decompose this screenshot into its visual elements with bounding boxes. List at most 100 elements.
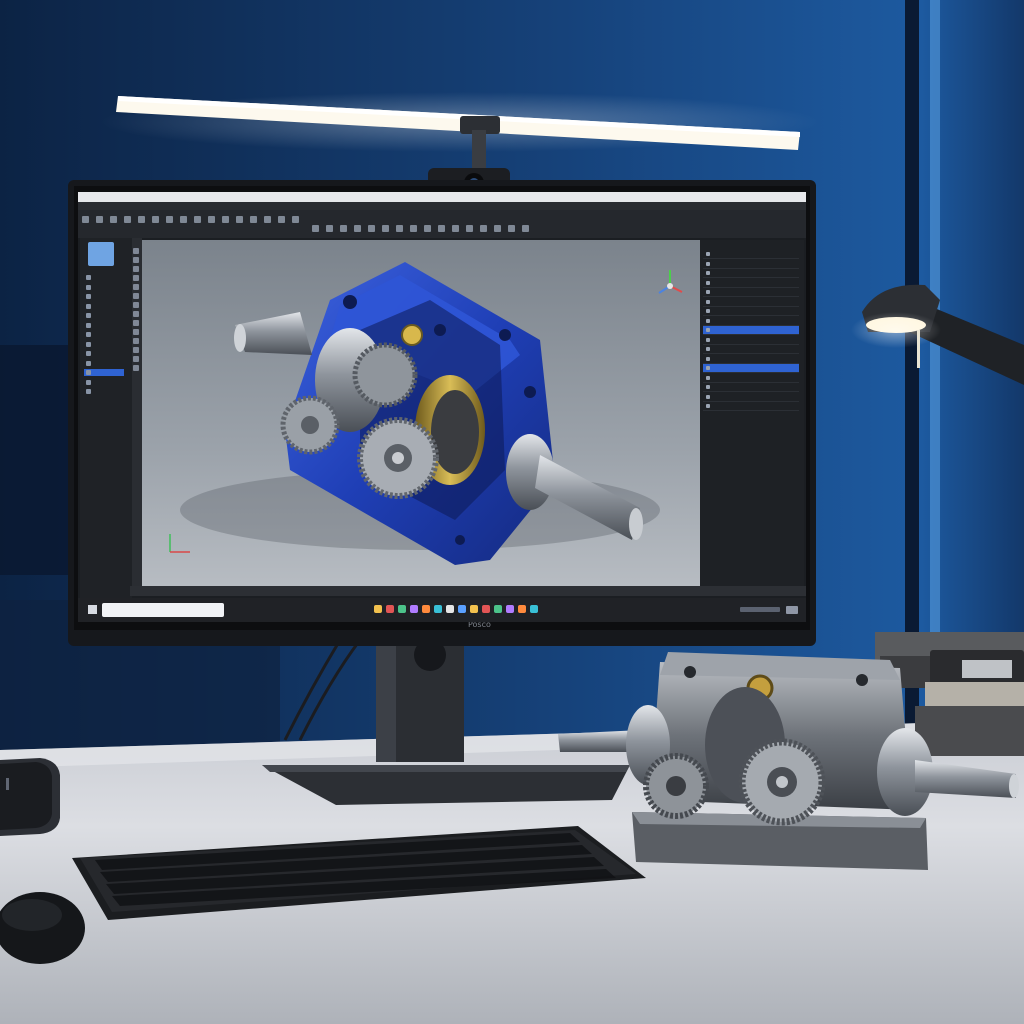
tool-column-icon[interactable] [133,320,139,326]
feature-icon [706,375,710,380]
folder-icon[interactable] [398,605,406,613]
system-tray[interactable] [740,604,800,616]
hole-icon[interactable] [222,216,229,223]
mirror-icon[interactable] [250,216,257,223]
tool-column-icon[interactable] [133,329,139,335]
office-icon[interactable] [530,605,538,613]
render-secondary-icon[interactable] [522,225,529,232]
tool-column-icon[interactable] [133,275,139,281]
left-panel-item[interactable] [84,284,124,291]
browser-icon[interactable] [410,605,418,613]
extrude-secondary-icon[interactable] [396,225,403,232]
store-icon[interactable] [446,605,454,613]
settings-icon[interactable] [458,605,466,613]
camera-icon[interactable] [506,605,514,613]
part-thumbnail[interactable] [88,242,114,266]
left-panel-item[interactable] [84,379,124,386]
open-secondary-icon[interactable] [326,225,333,232]
revolve-icon[interactable] [180,216,187,223]
feature-tree-row[interactable] [703,288,799,297]
feature-tree-row[interactable] [703,393,799,402]
mail-icon[interactable] [422,605,430,613]
terminal-icon[interactable] [518,605,526,613]
cad-toolbar [82,214,692,234]
feature-tree-row[interactable] [703,317,799,326]
tool-column-icon[interactable] [133,302,139,308]
tool-column-icon[interactable] [133,248,139,254]
save-secondary-icon[interactable] [340,225,347,232]
tool-column-icon[interactable] [133,257,139,263]
tool-column-icon[interactable] [133,293,139,299]
undo-icon[interactable] [124,216,131,223]
redo-icon[interactable] [138,216,145,223]
feature-tree-row[interactable] [703,298,799,307]
undo-secondary-icon[interactable] [354,225,361,232]
fillet-secondary-icon[interactable] [424,225,431,232]
left-panel-item[interactable] [84,322,124,329]
left-panel-item[interactable] [84,350,124,357]
tool-column-icon[interactable] [133,338,139,344]
tool-column-icon[interactable] [133,356,139,362]
feature-tree-row[interactable] [703,364,799,373]
chat-icon[interactable] [494,605,502,613]
feature-tree-row[interactable] [703,383,799,392]
measure-secondary-icon[interactable] [494,225,501,232]
left-panel-item[interactable] [84,274,124,281]
sketch-secondary-icon[interactable] [382,225,389,232]
left-panel-item[interactable] [84,312,124,319]
tool-column-icon[interactable] [133,365,139,371]
feature-tree-row[interactable] [703,250,799,259]
fillet-icon[interactable] [194,216,201,223]
feature-tree-row[interactable] [703,307,799,316]
tool-column-icon[interactable] [133,311,139,317]
feature-icon [706,404,710,408]
left-panel-item[interactable] [84,341,124,348]
tool-column-icon[interactable] [133,284,139,290]
tool-column-icon[interactable] [133,347,139,353]
chamfer-icon[interactable] [208,216,215,223]
feature-tree-row[interactable] [703,279,799,288]
feature-tree-row[interactable] [703,402,799,411]
feature-tree-row[interactable] [703,374,799,383]
left-panel-item[interactable] [84,360,124,367]
left-panel-item[interactable] [84,388,124,395]
section-secondary-icon[interactable] [508,225,515,232]
feature-tree-row[interactable] [703,336,799,345]
pattern-icon[interactable] [236,216,243,223]
feature-tree-row[interactable] [703,345,799,354]
view-axes-icon[interactable] [656,266,684,302]
extrude-icon[interactable] [166,216,173,223]
left-panel-item[interactable] [84,303,124,310]
mirror-secondary-icon[interactable] [480,225,487,232]
feature-tree-row[interactable] [703,260,799,269]
item-icon [86,389,91,394]
task-view-icon[interactable] [386,605,394,613]
feature-tree-row[interactable] [703,269,799,278]
redo-secondary-icon[interactable] [368,225,375,232]
windows-icon[interactable] [88,605,97,614]
render-icon[interactable] [292,216,299,223]
left-panel-item[interactable] [84,293,124,300]
cad-icon[interactable] [434,605,442,613]
chamfer-secondary-icon[interactable] [438,225,445,232]
new-icon[interactable] [82,216,89,223]
revolve-secondary-icon[interactable] [410,225,417,232]
section-icon[interactable] [278,216,285,223]
left-panel-item[interactable] [84,369,124,376]
tool-column-icon[interactable] [133,266,139,272]
search-icon[interactable] [374,605,382,613]
left-panel-item[interactable] [84,331,124,338]
sketch-icon[interactable] [152,216,159,223]
feature-tree-row[interactable] [703,355,799,364]
photos-icon[interactable] [470,605,478,613]
feature-tree-row[interactable] [703,326,799,335]
new-secondary-icon[interactable] [312,225,319,232]
hole-secondary-icon[interactable] [452,225,459,232]
pattern-secondary-icon[interactable] [466,225,473,232]
save-icon[interactable] [110,216,117,223]
open-icon[interactable] [96,216,103,223]
measure-icon[interactable] [264,216,271,223]
taskbar-search-box[interactable] [102,603,224,617]
music-icon[interactable] [482,605,490,613]
feature-icon [706,309,710,313]
